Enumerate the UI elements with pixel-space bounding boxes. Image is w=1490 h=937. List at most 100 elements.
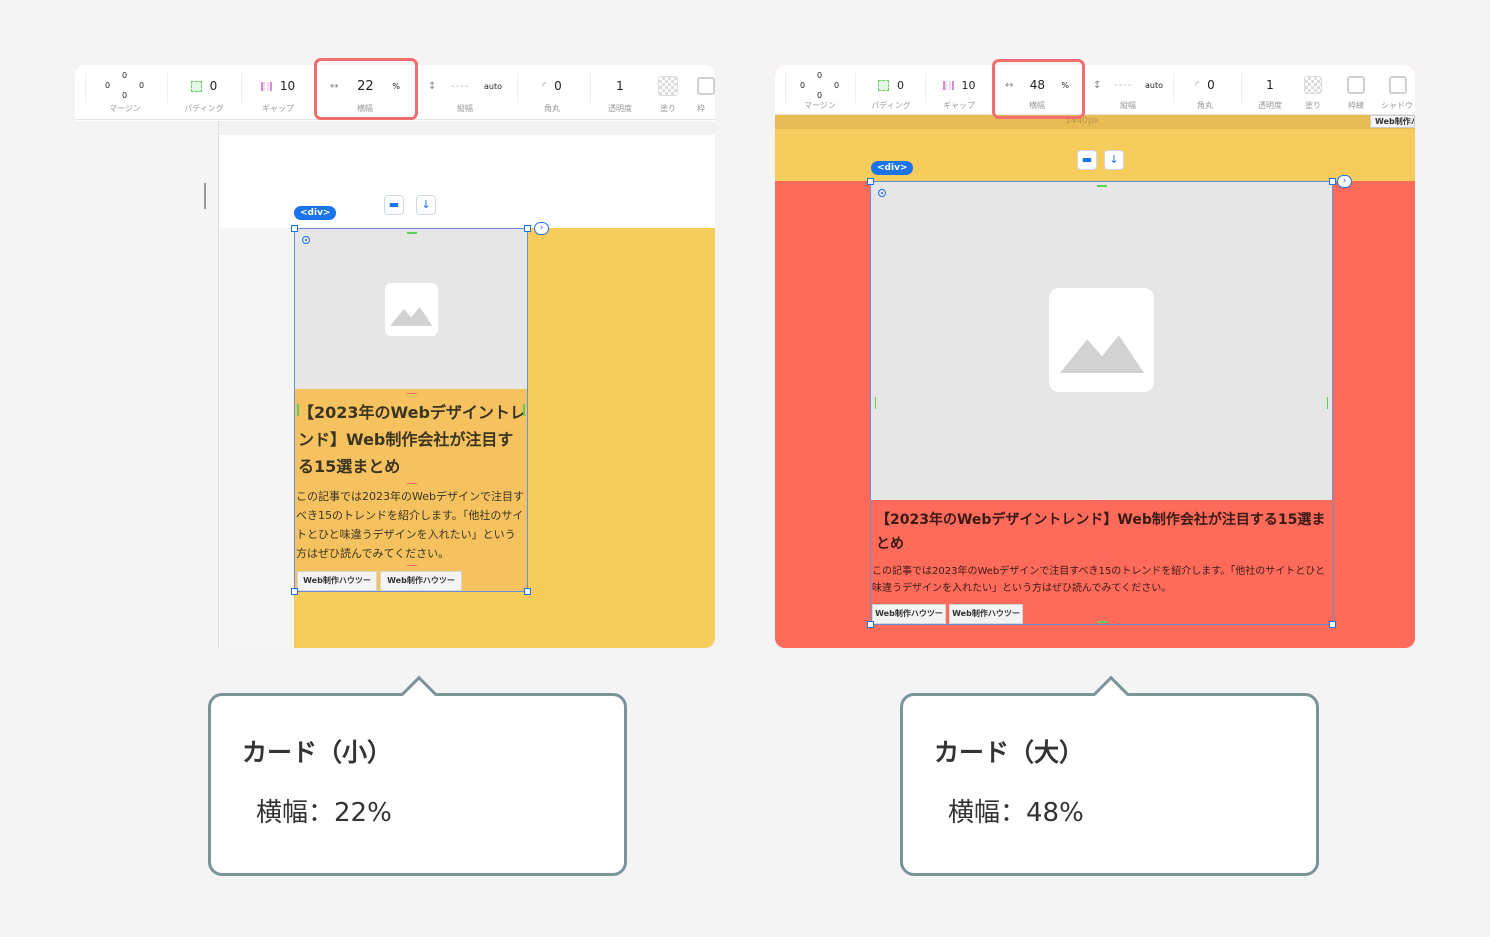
canvas-gutter [220, 228, 294, 648]
card-image-placeholder [871, 182, 1332, 500]
spacing-marker [1097, 621, 1107, 623]
callout-small-card: カード（小） 横幅：22% [208, 675, 627, 876]
fill-swatch-icon [658, 76, 678, 96]
gap-icon [260, 81, 272, 91]
chevron-right-icon: › [539, 223, 544, 233]
height-control[interactable]: ↕ ---- auto 縦幅 [1087, 65, 1169, 120]
callout-pointer [400, 675, 438, 713]
border-swatch-icon [1347, 76, 1365, 94]
image-icon [1049, 288, 1154, 392]
canvas-sidebar-area [75, 121, 219, 648]
opacity-control[interactable]: 1 透明度 [1245, 65, 1295, 120]
target-icon[interactable] [878, 189, 886, 197]
resize-handle-top-right[interactable] [524, 225, 531, 232]
spacing-marker [1097, 501, 1107, 502]
padding-control[interactable]: 0 パディング [863, 65, 919, 120]
resize-handle-top-right[interactable] [1329, 178, 1336, 185]
margin-grid: 0 0 0 0 [105, 71, 145, 100]
canvas-ruler-strip [219, 121, 715, 135]
gap-control[interactable]: 10 ギャップ [247, 65, 309, 120]
corner-radius-icon: ◜ [1195, 79, 1200, 91]
align-button[interactable]: ▬ [1077, 150, 1097, 170]
resize-handle-top-left[interactable] [867, 178, 874, 185]
spacing-marker [407, 393, 417, 394]
corner-radius-icon: ◜ [542, 80, 547, 92]
height-arrow-icon: ↕ [428, 80, 437, 92]
spacing-marker [297, 404, 299, 416]
expand-button[interactable]: › [534, 222, 549, 235]
move-down-button[interactable]: ↓ [416, 195, 436, 215]
resize-handle-bottom-left[interactable] [867, 621, 874, 628]
toolbar-divider [590, 73, 591, 103]
shadow-control[interactable]: シャドウ [1381, 65, 1415, 120]
toolbar-divider [517, 73, 518, 103]
element-tag-badge[interactable]: <div> [294, 206, 337, 220]
card-image-placeholder [295, 229, 527, 389]
toolbar-divider [85, 73, 86, 103]
target-icon[interactable] [302, 236, 310, 244]
move-down-button[interactable]: ↓ [1104, 150, 1124, 170]
fill-swatch-icon [1304, 76, 1322, 94]
resize-handle-bottom-left[interactable] [291, 588, 298, 595]
article-card[interactable]: 【2023年のWebデザイントレンド】Web制作会社が注目する15選まとめ この… [294, 228, 528, 592]
callout-pointer [1092, 675, 1130, 713]
toolbar-divider [925, 73, 926, 103]
spacing-marker [407, 232, 417, 234]
scroll-indicator[interactable] [204, 183, 206, 209]
spacing-marker [523, 404, 525, 416]
padding-icon [878, 79, 889, 91]
spacing-marker [1097, 185, 1107, 187]
toolbar-divider [1173, 73, 1174, 103]
corner-tag[interactable]: Web制作ハ [1370, 115, 1415, 128]
image-icon [385, 283, 438, 336]
width-highlight-box [992, 59, 1085, 119]
shadow-swatch-icon [1389, 76, 1407, 94]
spacing-marker [1097, 557, 1107, 558]
chevron-right-icon: › [1342, 176, 1347, 186]
border-swatch-icon [697, 77, 715, 95]
card-tag[interactable]: Web制作ハウツー [949, 604, 1023, 624]
spacing-marker [1327, 397, 1328, 409]
height-arrow-icon: ↕ [1093, 79, 1102, 91]
radius-control[interactable]: ◜ 0 角丸 [1177, 65, 1233, 120]
padding-control[interactable]: 0 パディング [173, 65, 235, 120]
card-tag[interactable]: Web制作ハウツー [297, 571, 377, 591]
card-description: この記事では2023年のWebデザインで注目すべき15のトレンドを紹介します。「… [296, 490, 524, 560]
fill-control[interactable]: 塗り [1297, 65, 1329, 120]
radius-control[interactable]: ◜ 0 角丸 [521, 65, 583, 120]
spacing-marker [407, 565, 417, 566]
gap-control[interactable]: 10 ギャップ [931, 65, 987, 120]
toolbar-divider [167, 73, 168, 103]
align-button[interactable]: ▬ [384, 195, 404, 215]
toolbar-divider [1241, 73, 1242, 103]
spacing-marker [875, 397, 876, 409]
toolbar-divider [785, 73, 786, 103]
editor-panel-small-card: 0 0 0 0 マージン 0 パディング 10 ギャップ ↔ 22 % 横幅 ↕… [75, 65, 715, 648]
margin-control[interactable]: 0 0 0 0 マージン [95, 65, 155, 120]
padding-icon [190, 80, 202, 92]
border-control[interactable]: 枠 [697, 65, 715, 120]
editor-panel-large-card: 0 0 0 0 マージン 0 パディング 10 ギャップ ↔ 48 % 横幅 ↕… [775, 65, 1415, 648]
resize-handle-bottom-right[interactable] [524, 588, 531, 595]
opacity-control[interactable]: 1 透明度 [595, 65, 645, 120]
card-tag[interactable]: Web制作ハウツー [872, 604, 946, 624]
card-tag[interactable]: Web制作ハウツー [380, 571, 462, 591]
callout-title: カード（小） [242, 738, 393, 767]
card-title: 【2023年のWebデザイントレンド】Web制作会社が注目する15選まとめ [298, 403, 526, 476]
card-description: この記事では2023年のWebデザインで注目すべき15のトレンドを紹介します。「… [872, 566, 1325, 594]
property-toolbar: 0 0 0 0 マージン 0 パディング 10 ギャップ ↔ 48 % 横幅 ↕… [775, 65, 1415, 115]
margin-control[interactable]: 0 0 0 0 マージン [795, 65, 845, 120]
callout-large-card: カード（大） 横幅：48% [900, 675, 1319, 876]
callout-body: 横幅：48% [948, 798, 1084, 828]
resize-handle-bottom-right[interactable] [1329, 621, 1336, 628]
border-control[interactable]: 枠線 [1340, 65, 1372, 120]
resize-handle-top-left[interactable] [291, 225, 298, 232]
fill-control[interactable]: 塗り [651, 65, 685, 120]
element-tag-badge[interactable]: <div> [871, 161, 914, 175]
height-control[interactable]: ↕ ---- auto 縦幅 [420, 65, 510, 120]
toolbar-divider [241, 73, 242, 103]
card-title: 【2023年のWebデザイントレンド】Web制作会社が注目する15選まとめ [876, 512, 1326, 552]
expand-button[interactable]: › [1337, 175, 1352, 188]
article-card[interactable]: 【2023年のWebデザイントレンド】Web制作会社が注目する15選まとめ この… [870, 181, 1333, 625]
arrow-down-icon: ↓ [421, 198, 431, 211]
